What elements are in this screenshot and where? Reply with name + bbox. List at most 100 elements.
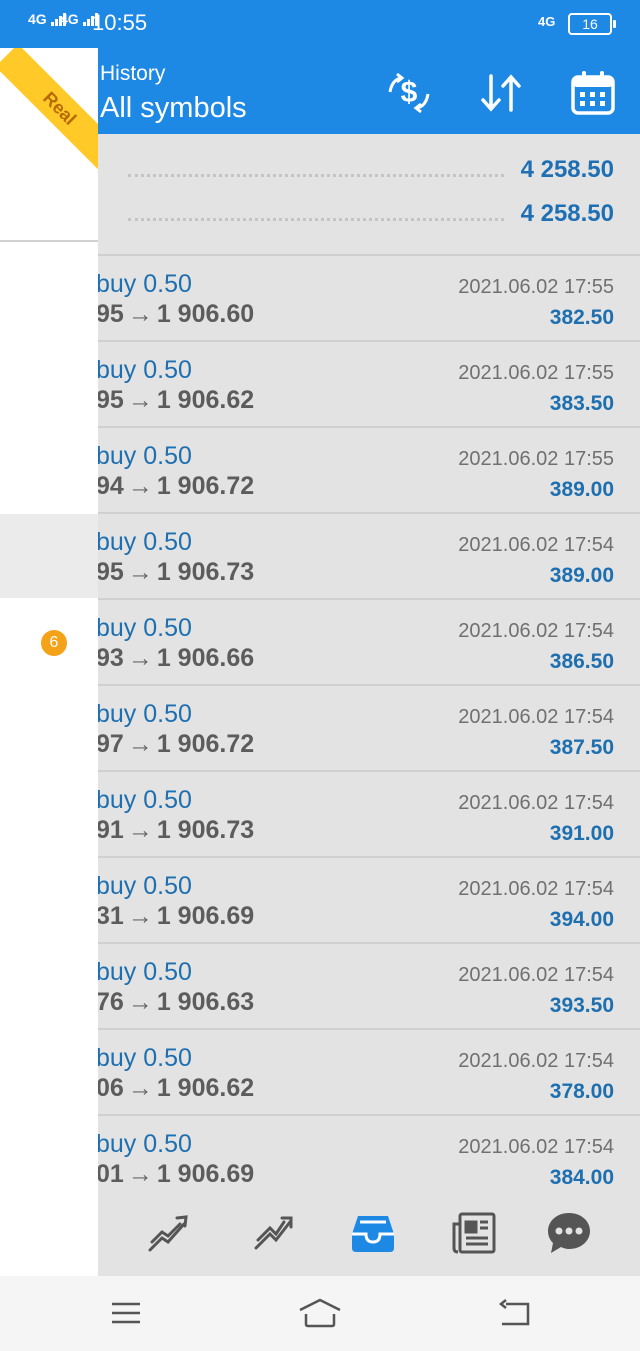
close-price: 1 906.60 xyxy=(156,300,255,328)
deal-prices: 95 → 1 906.60 xyxy=(96,300,254,329)
arrow-icon: → xyxy=(127,300,153,328)
chart-icon[interactable] xyxy=(144,1208,194,1258)
battery-icon: 16 xyxy=(568,13,616,35)
close-price: 1 906.72 xyxy=(156,472,255,500)
deal-profit: 391.00 xyxy=(549,822,614,845)
deal-profit: 383.50 xyxy=(549,392,614,415)
side-drawer: Real 6 xyxy=(0,48,98,1276)
arrow-icon: → xyxy=(127,988,153,1016)
ribbon-label: Real xyxy=(39,87,81,129)
svg-text:$: $ xyxy=(401,76,418,109)
deal-prices: 31 → 1 906.69 xyxy=(96,902,254,931)
deal-side: buy 0.50 xyxy=(96,1130,192,1158)
close-price: 1 906.73 xyxy=(156,558,255,586)
open-price: 93 xyxy=(96,644,124,672)
sort-icon[interactable] xyxy=(476,68,526,118)
deal-prices: 93 → 1 906.66 xyxy=(96,644,254,673)
deal-profit: 378.00 xyxy=(549,1080,614,1103)
dotted-leader xyxy=(128,218,504,221)
drawer-divider xyxy=(0,240,98,242)
arrow-icon: → xyxy=(127,386,153,414)
deal-time: 2021.06.02 17:54 xyxy=(458,792,614,814)
network-type-label: 4G xyxy=(28,11,47,27)
summary-value: 4 258.50 xyxy=(520,156,614,183)
status-bar: 4G 4G 10:55 4G 16 xyxy=(0,0,640,48)
close-price: 1 906.62 xyxy=(156,1074,255,1102)
chat-icon[interactable] xyxy=(544,1208,594,1258)
deal-side: buy 0.50 xyxy=(96,872,192,900)
deal-prices: 01 → 1 906.69 xyxy=(96,1160,254,1189)
open-price: 95 xyxy=(96,300,124,328)
deal-side: buy 0.50 xyxy=(96,958,192,986)
deal-prices: 95 → 1 906.73 xyxy=(96,558,254,587)
network-indicator: 4G xyxy=(538,14,556,29)
arrow-icon: → xyxy=(127,472,153,500)
deal-time: 2021.06.02 17:54 xyxy=(458,620,614,642)
deal-prices: 91 → 1 906.73 xyxy=(96,816,254,845)
summary-value: 4 258.50 xyxy=(520,200,614,227)
back-icon[interactable] xyxy=(496,1298,536,1328)
arrow-icon: → xyxy=(127,730,153,758)
deal-side: buy 0.50 xyxy=(96,528,192,556)
deal-side: buy 0.50 xyxy=(96,1044,192,1072)
deal-time: 2021.06.02 17:54 xyxy=(458,534,614,556)
close-price: 1 906.62 xyxy=(156,386,255,414)
arrow-icon: → xyxy=(127,1160,153,1188)
open-price: 91 xyxy=(96,816,124,844)
news-icon[interactable] xyxy=(450,1208,500,1258)
deal-side: buy 0.50 xyxy=(96,270,192,298)
deal-time: 2021.06.02 17:55 xyxy=(458,448,614,470)
arrow-icon: → xyxy=(127,816,153,844)
deal-time: 2021.06.02 17:55 xyxy=(458,362,614,384)
open-price: 31 xyxy=(96,902,124,930)
deal-prices: 76 → 1 906.63 xyxy=(96,988,254,1017)
deal-side: buy 0.50 xyxy=(96,356,192,384)
toolbar-title[interactable]: All symbols xyxy=(100,92,247,125)
dotted-leader xyxy=(128,174,504,177)
open-price: 06 xyxy=(96,1074,124,1102)
deal-side: buy 0.50 xyxy=(96,614,192,642)
deal-profit: 386.50 xyxy=(549,650,614,673)
deal-prices: 97 → 1 906.72 xyxy=(96,730,254,759)
open-price: 94 xyxy=(96,472,124,500)
deal-prices: 95 → 1 906.62 xyxy=(96,386,254,415)
menu-icon[interactable] xyxy=(106,1298,146,1328)
clock: 10:55 xyxy=(92,10,148,35)
deal-time: 2021.06.02 17:54 xyxy=(458,878,614,900)
deal-time: 2021.06.02 17:54 xyxy=(458,1050,614,1072)
arrow-icon: → xyxy=(127,558,153,586)
close-price: 1 906.69 xyxy=(156,1160,255,1188)
network-type-label: 4G xyxy=(60,11,79,27)
deal-time: 2021.06.02 17:54 xyxy=(458,964,614,986)
close-price: 1 906.73 xyxy=(156,816,255,844)
open-price: 97 xyxy=(96,730,124,758)
deal-time: 2021.06.02 17:54 xyxy=(458,1136,614,1158)
trade-icon[interactable] xyxy=(248,1208,298,1258)
home-icon[interactable] xyxy=(298,1298,341,1328)
deal-prices: 94 → 1 906.72 xyxy=(96,472,254,501)
open-price: 95 xyxy=(96,558,124,586)
open-price: 01 xyxy=(96,1160,124,1188)
account-type-ribbon: Real xyxy=(0,48,98,173)
deal-profit: 389.00 xyxy=(549,478,614,501)
deal-profit: 382.50 xyxy=(549,306,614,329)
open-price: 95 xyxy=(96,386,124,414)
deal-profit: 389.00 xyxy=(549,564,614,587)
deal-side: buy 0.50 xyxy=(96,700,192,728)
deal-prices: 06 → 1 906.62 xyxy=(96,1074,254,1103)
deal-side: buy 0.50 xyxy=(96,786,192,814)
close-price: 1 906.63 xyxy=(156,988,255,1016)
deal-profit: 394.00 xyxy=(549,908,614,931)
calendar-icon[interactable] xyxy=(568,68,618,118)
arrow-icon: → xyxy=(127,1074,153,1102)
arrow-icon: → xyxy=(127,902,153,930)
deal-time: 2021.06.02 17:55 xyxy=(458,276,614,298)
drawer-item-selected[interactable] xyxy=(0,514,98,598)
deal-profit: 393.50 xyxy=(549,994,614,1017)
deal-profit: 387.50 xyxy=(549,736,614,759)
money-exchange-icon[interactable]: $ xyxy=(384,68,434,118)
system-navigation-bar xyxy=(0,1276,640,1351)
close-price: 1 906.69 xyxy=(156,902,255,930)
arrow-icon: → xyxy=(127,644,153,672)
history-icon[interactable] xyxy=(348,1208,398,1258)
